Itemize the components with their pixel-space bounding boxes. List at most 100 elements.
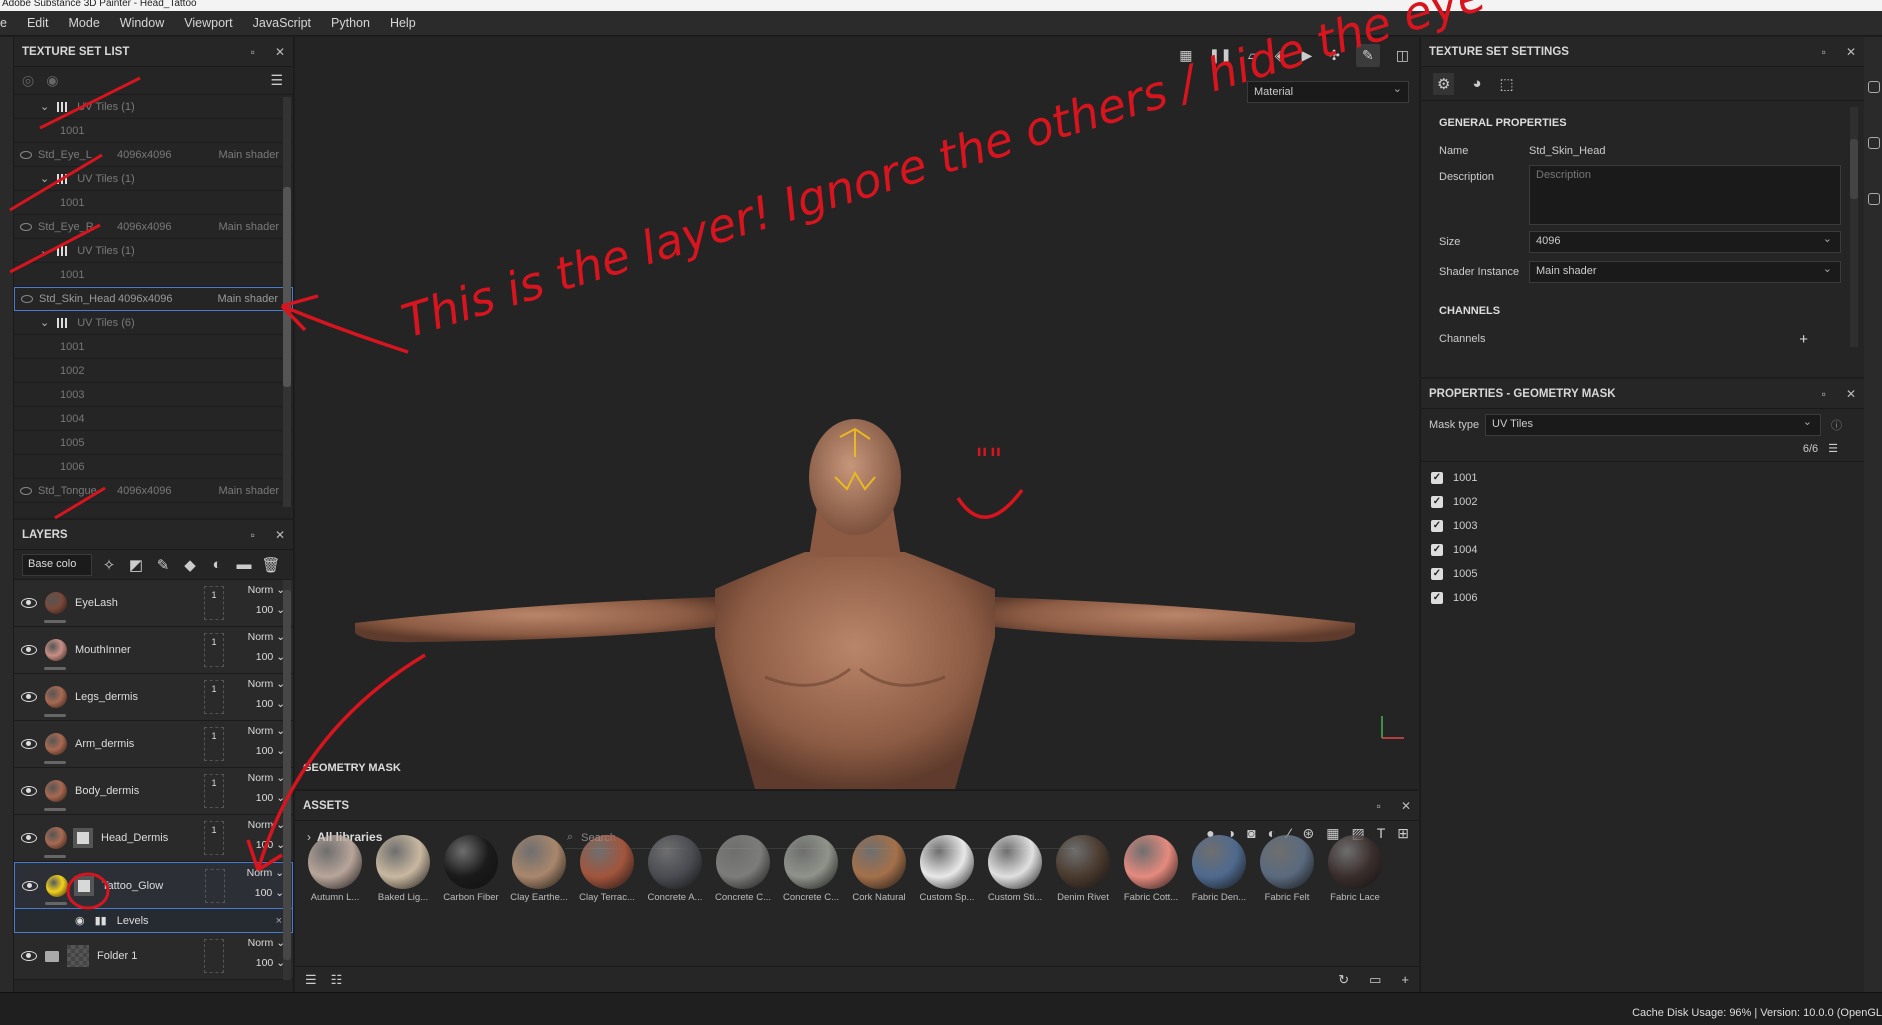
- opacity-field[interactable]: 100 ⌄: [256, 745, 285, 757]
- description-field[interactable]: Description: [1529, 165, 1841, 225]
- mask-tile-item[interactable]: ✓ 1004: [1421, 538, 1864, 562]
- layer-content-count[interactable]: 1: [204, 586, 224, 620]
- list-menu-icon[interactable]: ☰: [1828, 442, 1838, 455]
- layer-content-count[interactable]: 1: [204, 774, 224, 808]
- camera-icon[interactable]: ▶: [1302, 47, 1313, 64]
- eye-icon[interactable]: [22, 880, 38, 891]
- opacity-field[interactable]: 100 ⌄: [256, 604, 285, 616]
- refresh-icon[interactable]: ↻: [1338, 972, 1349, 988]
- add-fill-layer-icon[interactable]: ◆: [180, 555, 200, 575]
- chevron-down-icon[interactable]: ⌄: [40, 316, 49, 329]
- uv-tile-row[interactable]: 1001: [14, 119, 293, 143]
- layer-row[interactable]: MouthInner 1 Norm ⌄ 100 ⌄: [14, 627, 293, 674]
- eye-icon[interactable]: [21, 692, 37, 702]
- asset-tile[interactable]: Clay Earthe...: [509, 835, 569, 903]
- tab-shader-icon[interactable]: ◕: [1472, 75, 1481, 92]
- viewport-mode-dropdown[interactable]: Material: [1247, 81, 1409, 103]
- character-model[interactable]: [295, 37, 1419, 789]
- add-folder-icon[interactable]: ▬: [234, 555, 254, 575]
- eye-icon[interactable]: [21, 645, 37, 655]
- mask-thumbnail[interactable]: [74, 875, 94, 896]
- opacity-field[interactable]: 100 ⌄: [256, 957, 285, 969]
- asset-tile[interactable]: Custom Sp...: [917, 835, 977, 903]
- menu-item[interactable]: Mode: [59, 16, 110, 30]
- asset-tile[interactable]: Concrete C...: [781, 835, 841, 903]
- uv-tile-row[interactable]: 1004: [14, 407, 293, 431]
- layer-row[interactable]: Head_Dermis 1 Norm ⌄ 100 ⌄: [14, 815, 293, 862]
- asset-tile[interactable]: Autumn L...: [305, 835, 365, 903]
- asset-tile[interactable]: Denim Rivet: [1053, 835, 1113, 903]
- sort-icon[interactable]: ☰: [305, 972, 317, 988]
- eye-icon[interactable]: [21, 833, 37, 843]
- asset-tile[interactable]: Fabric Cott...: [1121, 835, 1181, 903]
- mask-type-select[interactable]: UV Tiles: [1485, 414, 1821, 436]
- layer-content-count[interactable]: 1: [204, 821, 224, 855]
- smart-material-icon[interactable]: ◐: [207, 555, 227, 575]
- tile-checkbox[interactable]: ✓: [1431, 544, 1443, 556]
- close-icon[interactable]: ✕: [275, 528, 285, 542]
- add-mask-icon[interactable]: ◩: [126, 555, 146, 575]
- asset-tile[interactable]: Carbon Fiber: [441, 835, 501, 903]
- menu-item[interactable]: e: [0, 16, 17, 30]
- texture-set-row[interactable]: Std_Tongue 4096x4096 Main shader: [14, 479, 293, 503]
- add-asset-icon[interactable]: +: [1401, 972, 1409, 988]
- texture-set-row[interactable]: Std_Eye_R 4096x4096 Main shader: [14, 215, 293, 239]
- blend-mode-select[interactable]: Norm ⌄: [248, 937, 285, 949]
- blend-mode-select[interactable]: Norm ⌄: [248, 678, 285, 690]
- uv-tile-row[interactable]: 1001: [14, 263, 293, 287]
- filter-list-icon[interactable]: ☷: [331, 972, 343, 988]
- mask-tile-item[interactable]: ✓ 1006: [1421, 586, 1864, 610]
- chevron-down-icon[interactable]: ⌄: [40, 100, 49, 113]
- close-icon[interactable]: ✕: [1401, 799, 1411, 813]
- add-paint-layer-icon[interactable]: ✎: [153, 555, 173, 575]
- tile-checkbox[interactable]: ✓: [1431, 520, 1443, 532]
- eye-icon[interactable]: ◉: [75, 914, 85, 927]
- uv-tile-row[interactable]: 1005: [14, 431, 293, 455]
- maximize-icon[interactable]: ▫: [1822, 387, 1826, 401]
- add-effect-icon[interactable]: ✧: [99, 555, 119, 575]
- menu-item[interactable]: Edit: [17, 16, 59, 30]
- asset-tile[interactable]: Fabric Felt: [1257, 835, 1317, 903]
- chevron-down-icon[interactable]: ⌄: [40, 172, 49, 185]
- uv-tile-row[interactable]: 1001: [14, 335, 293, 359]
- tab-bake-icon[interactable]: ⬚: [1500, 75, 1514, 93]
- settings-scrollbar[interactable]: [1850, 107, 1858, 347]
- texture-set-row[interactable]: Std_Eye_L 4096x4096 Main shader: [14, 143, 293, 167]
- folder-row[interactable]: Folder 1 Norm ⌄ 100 ⌄: [14, 933, 293, 980]
- layer-row[interactable]: Legs_dermis 1 Norm ⌄ 100 ⌄: [14, 674, 293, 721]
- layer-content-count[interactable]: 1: [204, 633, 224, 667]
- layer-row[interactable]: Body_dermis 1 Norm ⌄ 100 ⌄: [14, 768, 293, 815]
- mask-thumbnail[interactable]: [73, 828, 93, 848]
- layer-content-count[interactable]: 1: [204, 680, 224, 714]
- close-icon[interactable]: ✕: [1846, 387, 1856, 401]
- asset-tile[interactable]: Concrete C...: [713, 835, 773, 903]
- menu-item[interactable]: Viewport: [174, 16, 242, 30]
- tile-checkbox[interactable]: ✓: [1431, 472, 1443, 484]
- uv-tile-row[interactable]: 1006: [14, 455, 293, 479]
- add-channel-icon[interactable]: +: [1799, 331, 1808, 348]
- menu-item[interactable]: Window: [110, 16, 174, 30]
- close-icon[interactable]: ✕: [1846, 45, 1856, 59]
- layer-row[interactable]: Arm_dermis 1 Norm ⌄ 100 ⌄: [14, 721, 293, 768]
- eye-icon[interactable]: [20, 150, 32, 159]
- menu-item[interactable]: Python: [321, 16, 380, 30]
- tab-settings-icon[interactable]: ⚙: [1433, 72, 1455, 95]
- layers-scrollbar[interactable]: [283, 580, 291, 980]
- uv-tiles-group[interactable]: ⌄ UV Tiles (6): [14, 311, 293, 335]
- maximize-icon[interactable]: ▫: [251, 528, 255, 542]
- texture-set-row[interactable]: Std_Skin_Head 4096x4096 Main shader: [14, 287, 293, 311]
- hide-all-icon[interactable]: ◎: [22, 72, 34, 89]
- texture-set-scrollbar[interactable]: [283, 97, 291, 507]
- uv-tiles-group[interactable]: ⌄ UV Tiles (1): [14, 167, 293, 191]
- show-all-icon[interactable]: ◉: [46, 72, 58, 89]
- uv-tile-row[interactable]: 1003: [14, 383, 293, 407]
- mask-tile-item[interactable]: ✓ 1003: [1421, 514, 1864, 538]
- layer-content-count[interactable]: 1: [204, 727, 224, 761]
- eye-icon[interactable]: [21, 598, 37, 608]
- maximize-icon[interactable]: ▫: [1822, 45, 1826, 59]
- mask-tile-item[interactable]: ✓ 1005: [1421, 562, 1864, 586]
- blend-mode-select[interactable]: Norm ⌄: [248, 725, 285, 737]
- mask-tile-item[interactable]: ✓ 1001: [1421, 466, 1864, 490]
- opacity-field[interactable]: 100 ⌄: [256, 839, 285, 851]
- eye-icon[interactable]: [21, 739, 37, 749]
